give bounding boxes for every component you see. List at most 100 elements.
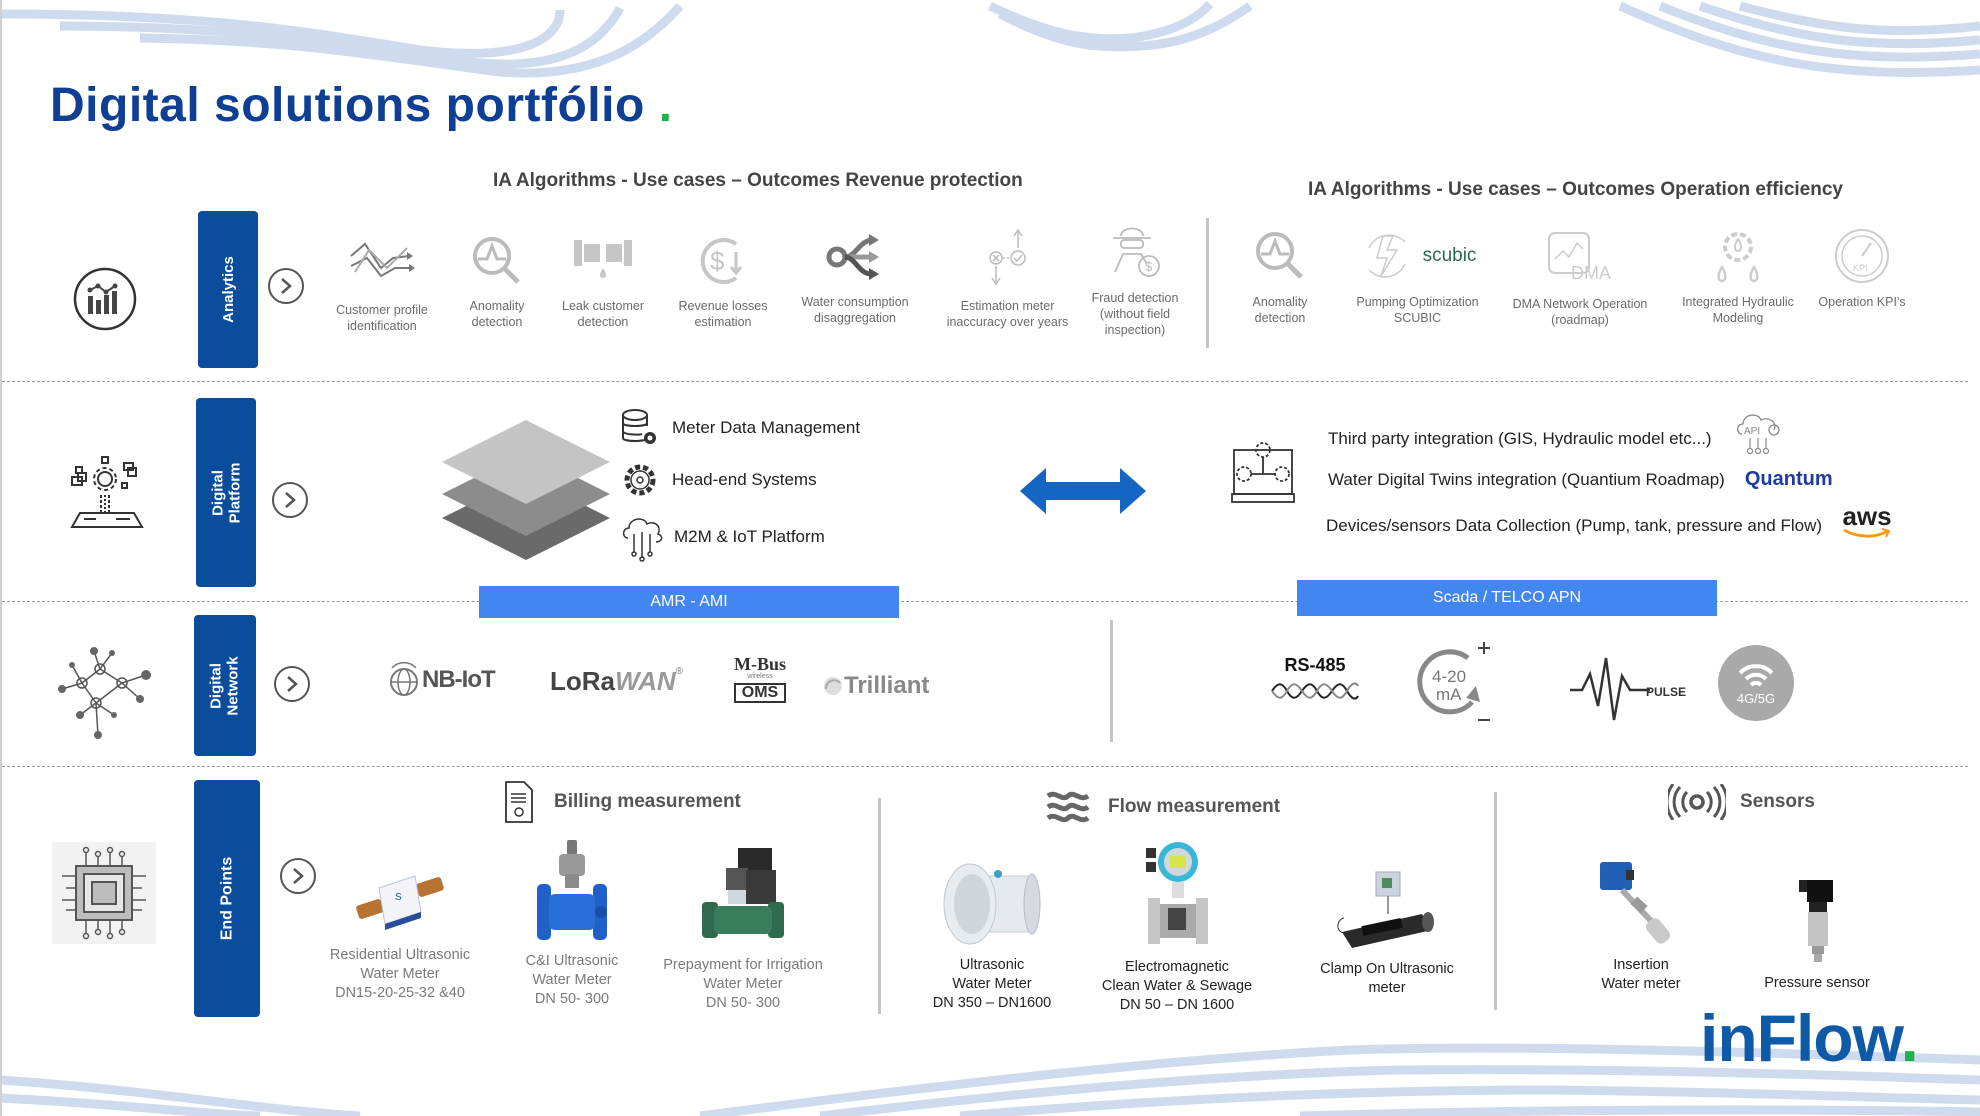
usecase-meter-inaccuracy[interactable]: Estimation meter inaccuracy over years xyxy=(940,224,1075,330)
pulse-wave-icon xyxy=(1570,657,1650,721)
usecase-pumping-optimization[interactable]: scubic Pumping Optimization SCUBIC xyxy=(1345,226,1490,326)
cloud-circuit-icon xyxy=(622,518,663,562)
twisted-pair-icon xyxy=(1271,682,1359,700)
invoice-document-icon xyxy=(505,781,533,823)
usecase-fraud-detection[interactable]: $ Fraud detection (without field inspect… xyxy=(1085,220,1185,338)
chevron-right-icon xyxy=(293,868,304,884)
protocol-pulse: PULSE xyxy=(1568,656,1686,722)
split-arrows-icon xyxy=(826,234,879,280)
analytics-chart-icon xyxy=(73,267,137,331)
platform-item-data-collection: Devices/sensors Data Collection (Pump, t… xyxy=(1326,503,1892,538)
svg-text:$: $ xyxy=(1145,259,1153,274)
product-insertion-meter[interactable]: Insertion Water meter xyxy=(1566,852,1716,994)
usecase-revenue-losses[interactable]: $ Revenue losses estimation xyxy=(668,232,778,330)
globe-signal-icon xyxy=(390,661,418,696)
inflow-logo: inFlow. xyxy=(1700,1001,1919,1075)
pressure-sensor-image xyxy=(1799,880,1833,962)
platform-item-head-end: Head-end Systems xyxy=(620,460,817,500)
usecase-water-disaggregation[interactable]: Water consumption disaggregation xyxy=(790,228,920,326)
product-ci-ultrasonic[interactable]: C&I Ultrasonic Water Meter DN 50- 300 xyxy=(512,832,632,1009)
layers-stack-icon xyxy=(442,420,610,560)
bidirectional-arrow-icon xyxy=(1020,468,1146,514)
usecase-ops-anomality[interactable]: Anomality detection xyxy=(1235,226,1325,326)
chevron-right-icon xyxy=(287,676,298,692)
electromagnetic-meter-image xyxy=(1146,842,1208,944)
water-waves-icon xyxy=(1046,791,1090,823)
product-clamp-on[interactable]: Clamp On Ultrasonic meter xyxy=(1302,850,1472,998)
dma-screen-icon: DMA xyxy=(1548,232,1611,283)
sensors-title: Sensors xyxy=(1668,784,1815,820)
lightning-cycle-icon xyxy=(1367,234,1406,278)
svg-text:mA: mA xyxy=(1436,685,1462,704)
network-divider xyxy=(1110,620,1113,742)
usecase-customer-profile[interactable]: Customer profile identification xyxy=(322,232,442,334)
spy-dollar-icon: $ xyxy=(1113,227,1160,277)
chevron-right-icon xyxy=(281,278,292,294)
chevron-right-icon xyxy=(285,492,296,508)
usecase-leak-customer[interactable]: Leak customer detection xyxy=(553,232,653,330)
expand-network-button[interactable] xyxy=(274,666,310,702)
clamp-on-meter-image xyxy=(1337,871,1434,948)
product-ultrasonic-large[interactable]: Ultrasonic Water Meter DN 350 – DN1600 xyxy=(912,846,1072,1013)
quantum-logo: Quantum xyxy=(1744,468,1833,490)
platform-item-m2m-iot: M2M & IoT Platform xyxy=(620,512,825,562)
protocol-trilliant: Trilliant xyxy=(822,672,929,700)
platform-item-mdm: Meter Data Management xyxy=(620,408,860,448)
ultrasonic-large-meter-image xyxy=(943,863,1041,945)
expand-analytics-button[interactable] xyxy=(268,268,304,304)
flow-measurement-title: Flow measurement xyxy=(1046,790,1280,824)
product-prepayment-irrigation[interactable]: Prepayment for Irrigation Water Meter DN… xyxy=(652,834,834,1013)
protocol-nbiot: NB-IoT xyxy=(386,660,496,700)
section-label-text: Digital Network xyxy=(208,655,242,716)
product-pressure-sensor[interactable]: Pressure sensor xyxy=(1752,862,1882,993)
section-label-digital-platform: Digital Platform xyxy=(196,398,256,587)
section-label-end-points: End Points xyxy=(194,780,260,1017)
platform-item-third-party: Third party integration (GIS, Hydraulic … xyxy=(1328,414,1784,458)
sensor-signal-icon xyxy=(1668,784,1726,820)
expand-endpoints-button[interactable] xyxy=(280,858,316,894)
expand-platform-button[interactable] xyxy=(272,482,308,518)
wifi-signal-icon xyxy=(1738,663,1774,687)
usecase-anomality-detection[interactable]: Anomality detection xyxy=(452,232,542,330)
current-loop-4-20ma-icon: 4-20 mA xyxy=(1417,642,1490,721)
chip-endpoint-icon xyxy=(52,842,156,944)
aws-logo: aws xyxy=(1842,503,1892,538)
usecase-dma-network[interactable]: DMA DMA Network Operation (roadmap) xyxy=(1505,226,1655,328)
insertion-meter-image xyxy=(1600,862,1671,944)
operation-efficiency-header: IA Algorithms - Use cases – Outcomes Ope… xyxy=(1308,179,1843,200)
product-residential-ultrasonic[interactable]: S Residential Ultrasonic Water Meter DN1… xyxy=(320,846,480,1003)
section-label-text: Analytics xyxy=(219,256,237,323)
page-title-text: Digital solutions portfólio xyxy=(50,79,645,132)
api-cloud-icon: API xyxy=(1736,414,1780,455)
analytics-divider xyxy=(1206,218,1209,348)
divider-analytics-platform xyxy=(2,381,1968,382)
digital-network-icon xyxy=(58,647,151,739)
protocol-4g-5g: 4G/5G xyxy=(1718,645,1794,721)
protocol-lorawan: LoRa WAN ® xyxy=(550,666,684,696)
kpi-gauge-icon: KPI xyxy=(1835,229,1889,283)
aws-smile-icon xyxy=(1843,528,1891,538)
dollar-down-icon: $ xyxy=(700,238,743,284)
scubic-logo: scubic xyxy=(1422,245,1477,266)
product-electromagnetic[interactable]: Electromagnetic Clean Water & Sewage DN … xyxy=(1092,836,1262,1015)
usecase-hydraulic-modeling[interactable]: Integrated Hydraulic Modeling xyxy=(1673,226,1803,326)
protocol-mbus-oms: M-Bus wireless OMS xyxy=(733,654,787,703)
page-title: Digital solutions portfólio. xyxy=(50,78,673,133)
flow-sensors-divider xyxy=(1494,792,1497,1010)
integration-laptop-icon xyxy=(1231,442,1295,503)
section-label-digital-network: Digital Network xyxy=(194,615,256,756)
trilliant-logo-icon xyxy=(824,677,842,695)
revenue-protection-header: IA Algorithms - Use cases – Outcomes Rev… xyxy=(493,170,1023,191)
svg-text:$: $ xyxy=(710,246,725,276)
billing-flow-divider xyxy=(878,798,881,1014)
digital-platform-icon xyxy=(70,456,144,528)
svg-text:DMA: DMA xyxy=(1571,263,1611,283)
database-gear-icon xyxy=(622,409,656,444)
svg-text:API: API xyxy=(1744,426,1760,437)
prepayment-meter-image xyxy=(702,848,784,938)
svg-text:S: S xyxy=(395,892,402,903)
ci-meter-image xyxy=(537,840,607,940)
svg-text:KPI: KPI xyxy=(1853,263,1868,273)
usecase-operation-kpis[interactable]: KPI Operation KPI's xyxy=(1812,226,1912,310)
svg-text:4-20: 4-20 xyxy=(1432,667,1466,686)
